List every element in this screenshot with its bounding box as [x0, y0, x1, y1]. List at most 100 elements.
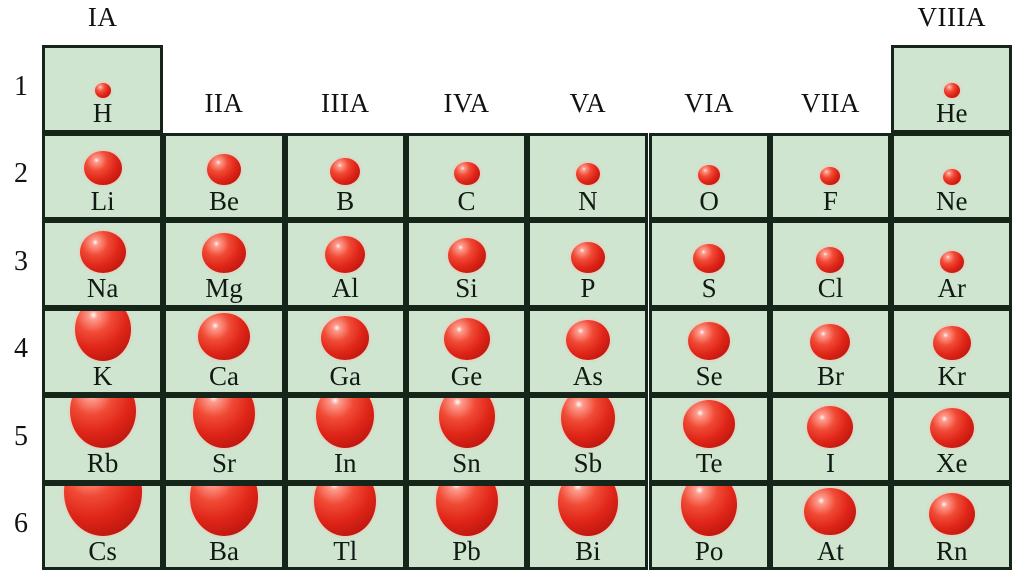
element-cell-h[interactable]: H [42, 45, 164, 133]
atom-sphere-icon [447, 238, 486, 273]
group-header-ia: IA [87, 2, 118, 32]
element-cell-as[interactable]: As [527, 307, 649, 395]
element-cell-ne[interactable]: Ne [891, 132, 1013, 220]
element-cell-mg[interactable]: Mg [163, 220, 285, 308]
element-symbol: F [822, 185, 838, 216]
element-cell-ca[interactable]: Ca [163, 307, 285, 395]
element-cell-c[interactable]: C [405, 132, 528, 220]
element-symbol: Tl [333, 535, 358, 566]
element-cell-in[interactable]: In [284, 395, 406, 483]
element-symbol: Te [695, 448, 723, 478]
element-cell-rn[interactable]: Rn [891, 482, 1013, 570]
element-cell-be[interactable]: Be [163, 132, 285, 220]
atom-sphere-icon [816, 247, 845, 273]
element-cell-inner: Ar [894, 223, 1009, 305]
element-cell-br[interactable]: Br [769, 307, 892, 395]
atom-sphere-icon [192, 397, 255, 448]
element-cell-inner: Ca [166, 311, 281, 393]
element-cell-he[interactable]: He [891, 45, 1013, 133]
element-cell-se[interactable]: Se [648, 307, 770, 395]
element-cell-o[interactable]: O [648, 132, 770, 220]
element-cell-sn[interactable]: Sn [405, 395, 528, 483]
element-cell-inner: Te [652, 398, 767, 480]
periodic-table-grid: H He Li Be B C N O F Ne Na Mg Al Si P S Cl Ar K Ca Ga Ge As Se B… [42, 45, 1013, 570]
element-cell-inner: Xe [894, 398, 1009, 480]
element-cell-s[interactable]: S [648, 220, 770, 308]
atom-sphere-icon [932, 325, 971, 361]
element-cell-inner: Ge [409, 311, 524, 393]
element-cell-inner: Sb [530, 397, 645, 480]
element-cell-tl[interactable]: Tl [284, 482, 406, 570]
element-cell-inner: C [409, 136, 524, 218]
atom-sphere-icon [683, 400, 736, 448]
element-cell-k[interactable]: K [42, 307, 164, 395]
element-symbol: Si [455, 273, 478, 303]
atom-sphere-icon [443, 318, 490, 361]
atom-sphere-icon [201, 232, 246, 273]
period-label-column: 1 2 3 4 5 6 [0, 0, 42, 574]
atom-sphere-icon [560, 397, 615, 448]
group-header-viiia: VIIIA [917, 2, 986, 32]
atom-sphere-icon [63, 485, 142, 536]
element-cell-inner: Al [288, 223, 403, 305]
element-cell-inner: In [288, 397, 403, 480]
element-symbol: Ga [329, 360, 361, 391]
element-cell-sb[interactable]: Sb [527, 395, 649, 483]
atom-sphere-icon [820, 167, 841, 186]
element-symbol: Ca [208, 360, 239, 391]
element-symbol: Cs [88, 535, 117, 566]
element-cell-inner: Rn [894, 486, 1009, 568]
element-cell-cs[interactable]: Cs [42, 482, 164, 570]
atom-sphere-icon [438, 397, 495, 448]
element-cell-inner: Bi [530, 485, 645, 568]
element-cell-at[interactable]: At [769, 482, 892, 570]
element-cell-inner: Sr [166, 397, 281, 480]
element-symbol: Bi [575, 535, 601, 566]
element-cell-f[interactable]: F [769, 132, 892, 220]
element-cell-ge[interactable]: Ge [405, 307, 528, 395]
element-cell-inner: K [45, 310, 160, 393]
atom-sphere-icon [189, 485, 258, 536]
atom-sphere-icon [807, 405, 854, 448]
element-cell-sr[interactable]: Sr [163, 395, 285, 483]
element-cell-cl[interactable]: Cl [769, 220, 892, 308]
element-cell-inner: As [530, 311, 645, 393]
element-cell-ga[interactable]: Ga [284, 307, 406, 395]
element-symbol: Se [695, 360, 723, 391]
element-cell-te[interactable]: Te [648, 395, 770, 483]
element-symbol: Xe [936, 448, 968, 478]
element-cell-p[interactable]: P [527, 220, 649, 308]
element-cell-ar[interactable]: Ar [891, 220, 1013, 308]
atom-sphere-icon [939, 250, 964, 273]
element-cell-li[interactable]: Li [42, 132, 164, 220]
element-cell-kr[interactable]: Kr [891, 307, 1013, 395]
atom-sphere-icon [197, 312, 250, 361]
element-cell-b[interactable]: B [284, 132, 406, 220]
element-symbol: Sr [211, 448, 236, 478]
element-cell-si[interactable]: Si [405, 220, 528, 308]
element-symbol: Po [694, 535, 724, 566]
element-cell-xe[interactable]: Xe [891, 395, 1013, 483]
element-cell-i[interactable]: I [769, 395, 892, 483]
element-cell-bi[interactable]: Bi [527, 482, 649, 570]
element-cell-inner: Si [409, 223, 524, 305]
element-cell-pb[interactable]: Pb [405, 482, 528, 570]
element-cell-na[interactable]: Na [42, 220, 164, 308]
element-symbol: Sb [573, 448, 603, 478]
element-cell-inner: He [894, 48, 1009, 130]
element-cell-al[interactable]: Al [284, 220, 406, 308]
atom-sphere-icon [928, 493, 975, 536]
atom-sphere-icon [83, 150, 122, 186]
element-cell-ba[interactable]: Ba [163, 482, 285, 570]
element-cell-inner: Se [652, 311, 767, 393]
element-cell-inner: B [288, 136, 403, 218]
atom-sphere-icon [69, 397, 136, 448]
element-cell-n[interactable]: N [527, 132, 649, 220]
element-symbol: He [936, 98, 968, 128]
element-symbol: Mg [205, 273, 243, 303]
element-cell-inner: H [45, 48, 160, 130]
element-symbol: In [333, 448, 357, 478]
element-cell-po[interactable]: Po [648, 482, 770, 570]
element-cell-rb[interactable]: Rb [42, 395, 164, 483]
element-cell-inner: Cs [45, 485, 160, 568]
